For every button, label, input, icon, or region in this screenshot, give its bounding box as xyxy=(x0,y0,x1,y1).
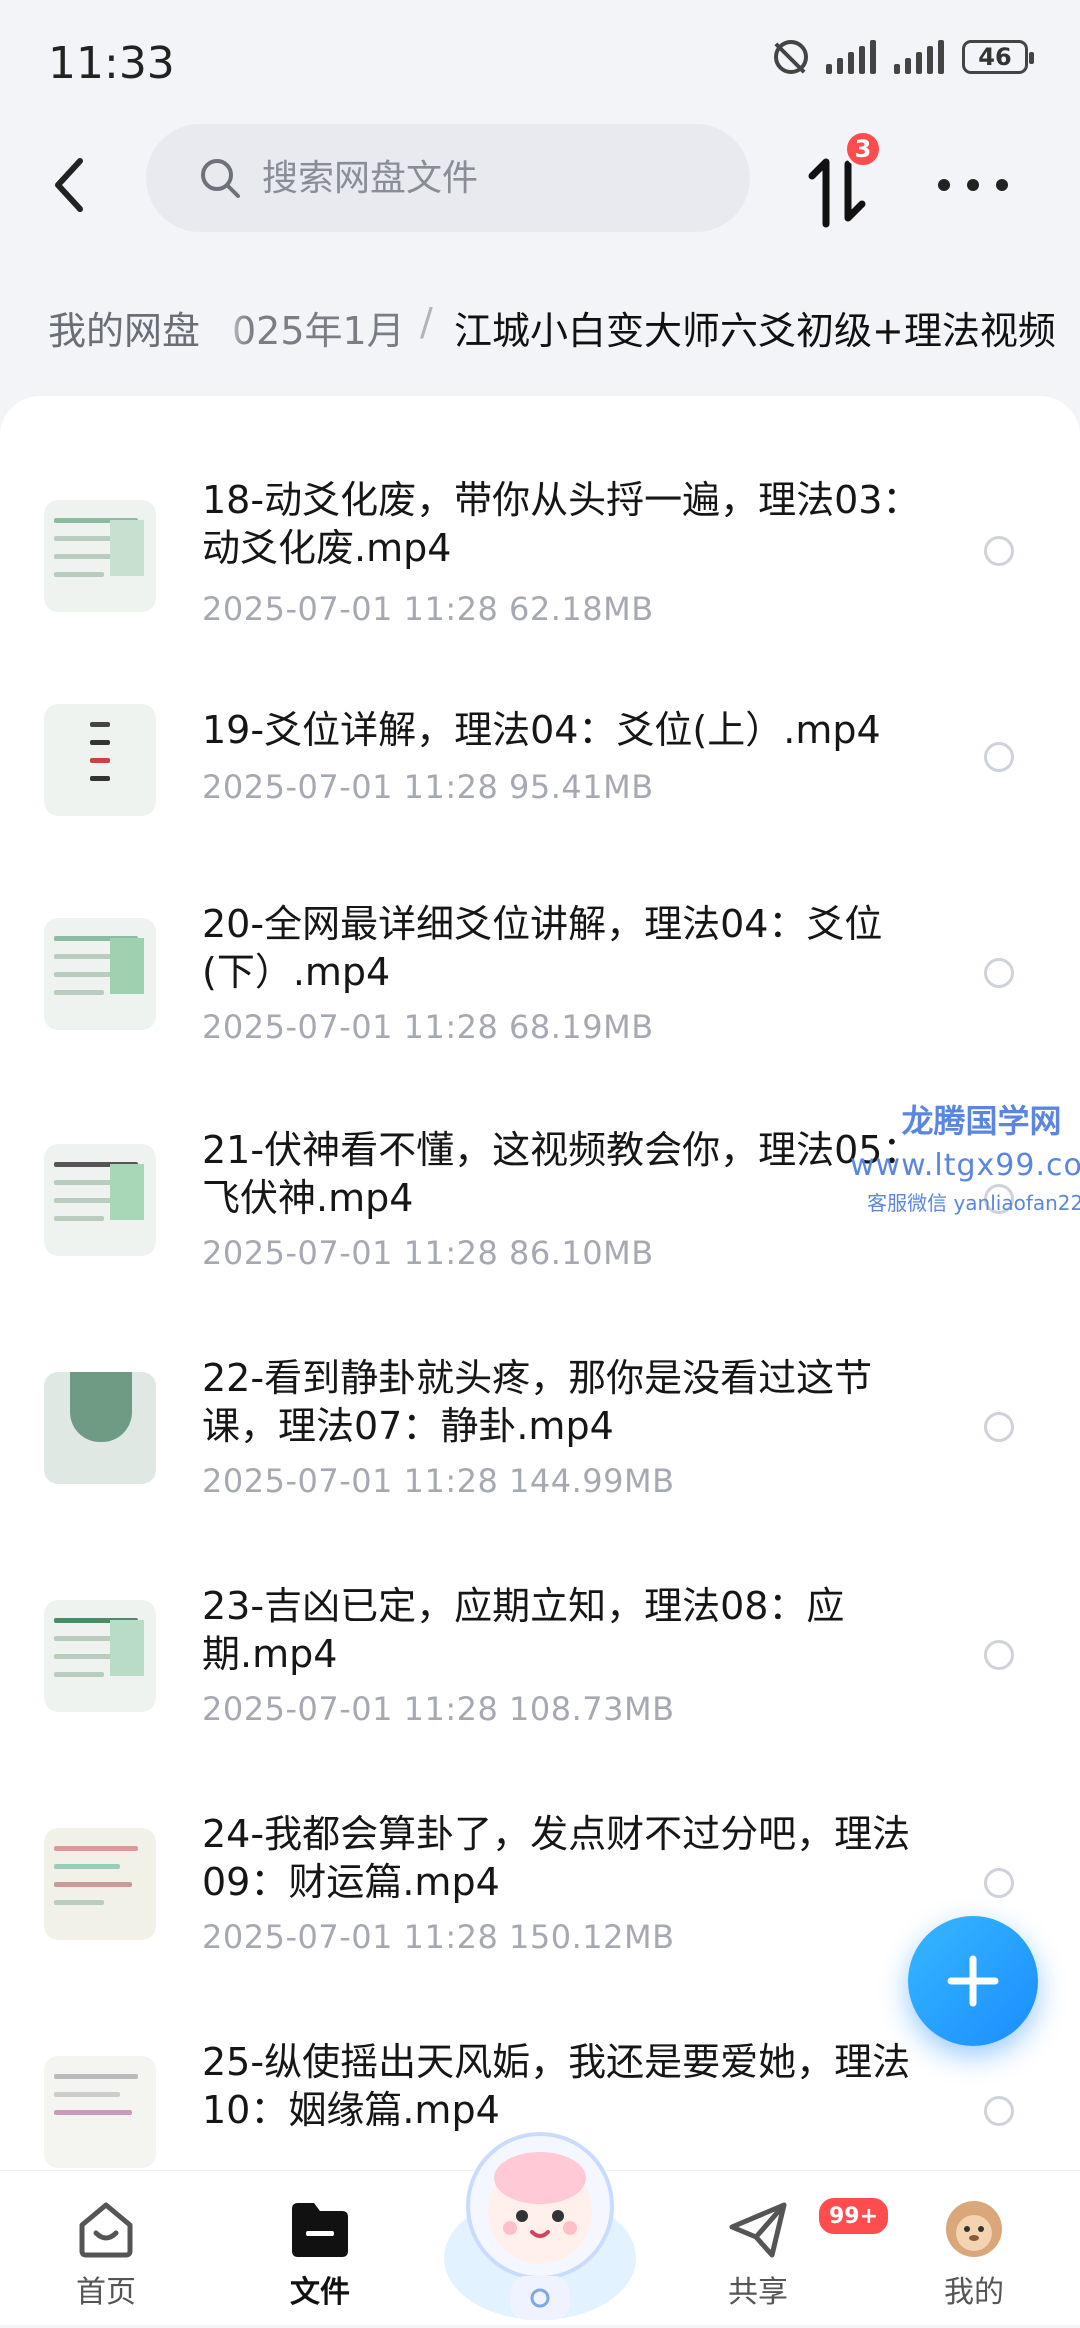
video-thumbnail xyxy=(44,1372,156,1484)
tab-files-label: 文件 xyxy=(290,2275,350,2310)
search-input[interactable] xyxy=(260,156,724,200)
file-meta: 2025-07-01 11:28 95.41MB xyxy=(202,768,654,806)
file-name: 19-爻位详解，理法04：爻位(上）.mp4 xyxy=(202,708,881,752)
file-meta: 2025-07-01 11:28 150.12MB xyxy=(202,1918,675,1956)
file-size: 62.18MB xyxy=(509,590,654,628)
file-meta: 2025-07-01 11:28 62.18MB xyxy=(202,590,654,628)
select-radio[interactable] xyxy=(984,1412,1014,1442)
file-size: 108.73MB xyxy=(509,1690,675,1728)
watermark: 龙腾国学网 www.ltgx99.com 客服微信 yanliaofan225 xyxy=(850,1096,1080,1216)
select-radio[interactable] xyxy=(984,1868,1014,1898)
list-item[interactable]: 20-全网最详细爻位讲解，理法04：爻位(下）.mp4 2025-07-01 1… xyxy=(0,900,1080,1100)
file-size: 86.10MB xyxy=(509,1234,654,1272)
file-name: 24-我都会算卦了，发点财不过分吧，理法09：财运篇.mp4 xyxy=(202,1812,911,1904)
tab-home-label: 首页 xyxy=(76,2275,136,2310)
more-dot-icon xyxy=(967,179,979,191)
video-thumbnail xyxy=(44,1144,156,1256)
video-thumbnail xyxy=(44,1600,156,1712)
file-size: 144.99MB xyxy=(509,1462,675,1500)
tab-home[interactable]: 首页 xyxy=(36,2185,176,2315)
file-size: 150.12MB xyxy=(509,1918,675,1956)
more-menu-button[interactable] xyxy=(938,160,1008,210)
home-icon xyxy=(74,2199,138,2259)
status-bar: 11:33 46 xyxy=(0,0,1080,120)
file-date: 2025-07-01 11:28 xyxy=(202,1918,499,1956)
battery-icon: 46 xyxy=(962,40,1034,74)
file-date: 2025-07-01 11:28 xyxy=(202,1690,499,1728)
file-name: 22-看到静卦就头疼，那你是没看过这节课，理法07：静卦.mp4 xyxy=(202,1356,873,1448)
list-item[interactable]: 18-动爻化废，带你从头捋一遍，理法03：动爻化废.mp4 2025-07-01… xyxy=(0,466,1080,666)
status-icons: 46 xyxy=(774,40,1034,74)
breadcrumb-item-root[interactable]: 我的网盘 xyxy=(48,300,215,355)
transfer-button[interactable]: 3 xyxy=(800,130,882,230)
signal-icon xyxy=(826,40,876,74)
video-thumbnail xyxy=(44,2056,156,2168)
mascot-assistant-button[interactable] xyxy=(440,2108,640,2324)
chevron-left-icon xyxy=(55,158,83,212)
file-size: 68.19MB xyxy=(509,1008,654,1046)
plus-icon xyxy=(947,1955,999,2007)
file-date: 2025-07-01 11:28 xyxy=(202,590,499,628)
breadcrumb-item-month[interactable]: 025年1月 xyxy=(232,300,405,355)
search-icon xyxy=(201,159,240,198)
list-item[interactable]: 22-看到静卦就头疼，那你是没看过这节课，理法07：静卦.mp4 2025-07… xyxy=(0,1354,1080,1554)
select-radio[interactable] xyxy=(984,2096,1014,2126)
breadcrumb-item-current: 江城小白变大师六爻初级+理法视频 xyxy=(454,309,1056,353)
avatar xyxy=(942,2199,1006,2259)
file-size: 95.41MB xyxy=(509,768,654,806)
file-meta: 2025-07-01 11:28 68.19MB xyxy=(202,1008,654,1046)
alarm-off-icon xyxy=(774,40,808,74)
video-thumbnail xyxy=(44,918,156,1030)
file-meta: 2025-07-01 11:28 86.10MB xyxy=(202,1234,654,1272)
share-count-badge: 99+ xyxy=(816,2195,892,2237)
search-bar[interactable] xyxy=(146,124,750,232)
watermark-contact: 客服微信 yanliaofan225 xyxy=(867,1191,1080,1215)
video-thumbnail xyxy=(44,704,156,816)
file-date: 2025-07-01 11:28 xyxy=(202,1234,499,1272)
breadcrumb-separator: / xyxy=(420,300,433,344)
top-bar: 3 xyxy=(0,120,1080,250)
astronaut-mascot-icon xyxy=(444,2132,636,2320)
list-item[interactable]: 23-吉凶已定，应期立知，理法08：应期.mp4 2025-07-01 11:2… xyxy=(0,1582,1080,1782)
file-meta: 2025-07-01 11:28 144.99MB xyxy=(202,1462,675,1500)
file-name: 23-吉凶已定，应期立知，理法08：应期.mp4 xyxy=(202,1584,845,1676)
more-dot-icon xyxy=(996,179,1008,191)
transfer-count-badge: 3 xyxy=(844,130,882,168)
video-thumbnail xyxy=(44,500,156,612)
select-radio[interactable] xyxy=(984,536,1014,566)
folder-icon xyxy=(288,2199,352,2259)
watermark-title: 龙腾国学网 xyxy=(901,1102,1062,1140)
signal-icon-2 xyxy=(894,40,944,74)
file-name: 18-动爻化废，带你从头捋一遍，理法03：动爻化废.mp4 xyxy=(202,478,921,570)
watermark-url: www.ltgx99.com xyxy=(850,1148,1080,1183)
tab-files[interactable]: 文件 xyxy=(250,2185,390,2315)
list-item[interactable]: 19-爻位详解，理法04：爻位(上）.mp4 2025-07-01 11:28 … xyxy=(0,696,1080,896)
tab-mine-label: 我的 xyxy=(944,2275,1004,2310)
breadcrumb: 025年1月 我的网盘 / 江城小白变大师六爻初级+理法视频 xyxy=(0,280,1080,370)
tab-mine[interactable]: 我的 xyxy=(904,2185,1044,2315)
file-date: 2025-07-01 11:28 xyxy=(202,1462,499,1500)
file-name: 20-全网最详细爻位讲解，理法04：爻位(下）.mp4 xyxy=(202,902,883,994)
file-list: 18-动爻化废，带你从头捋一遍，理法03：动爻化废.mp4 2025-07-01… xyxy=(0,396,1080,2174)
tab-share[interactable]: 99+ 共享 xyxy=(688,2185,892,2315)
select-radio[interactable] xyxy=(984,958,1014,988)
add-button[interactable] xyxy=(908,1916,1038,2046)
back-button[interactable] xyxy=(40,150,100,220)
select-radio[interactable] xyxy=(984,742,1014,772)
status-time: 11:33 xyxy=(48,38,175,89)
more-dot-icon xyxy=(938,179,950,191)
file-name: 21-伏神看不懂，这视频教会你，理法05：飞伏神.mp4 xyxy=(202,1128,921,1220)
file-date: 2025-07-01 11:28 xyxy=(202,768,499,806)
tab-share-label: 共享 xyxy=(728,2275,788,2310)
file-date: 2025-07-01 11:28 xyxy=(202,1008,499,1046)
video-thumbnail xyxy=(44,1828,156,1940)
paper-plane-icon: 99+ xyxy=(726,2195,892,2259)
select-radio[interactable] xyxy=(984,1640,1014,1670)
file-meta: 2025-07-01 11:28 108.73MB xyxy=(202,1690,675,1728)
